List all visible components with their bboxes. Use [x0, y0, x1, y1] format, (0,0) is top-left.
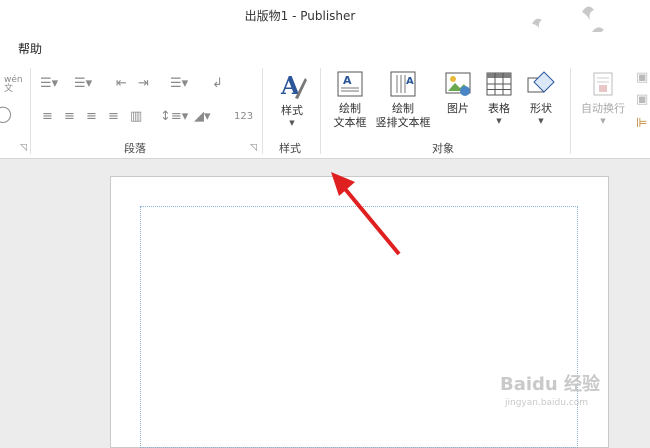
shading-icon[interactable]: ◢▾ [194, 109, 211, 124]
columns-icon[interactable]: ☰▾ [170, 76, 188, 91]
picture-icon [445, 72, 471, 96]
menu-help[interactable]: 帮助 [18, 40, 42, 57]
shapes-icon [527, 71, 555, 93]
objects-group-label: 对象 [432, 142, 454, 155]
shapes-label: 形状 [530, 102, 552, 115]
paragraph-launcher-icon[interactable]: ◹ [250, 143, 257, 153]
align-right-icon[interactable]: ≡ [86, 109, 97, 124]
window-title: 出版物1 - Publisher [244, 9, 356, 23]
increase-indent-icon[interactable]: ⇥ [138, 76, 149, 91]
styles-button[interactable]: A 样式 ▼ [272, 70, 312, 128]
auto-wrap-label: 自动换行 [581, 102, 625, 115]
wrap-text-icon [593, 72, 613, 96]
justify-icon[interactable]: ≡ [108, 109, 119, 124]
red-arrow-icon [331, 172, 401, 256]
table-icon [486, 72, 512, 96]
auto-wrap-button[interactable]: 自动换行 ▼ [576, 70, 630, 126]
numbering-icon[interactable]: ☰▾ [74, 76, 92, 91]
bullets-icon[interactable]: ☰▾ [40, 76, 58, 91]
chevron-down-icon: ▼ [289, 119, 295, 127]
numbering-format-icon[interactable]: 123 [234, 111, 253, 122]
separator [570, 68, 571, 154]
decrease-indent-icon[interactable]: ⇤ [116, 76, 127, 91]
chevron-down-icon: ▼ [496, 117, 502, 125]
separator [262, 68, 263, 154]
draw-textbox-button[interactable]: A 绘制 文本框 [328, 70, 372, 130]
separator [320, 68, 321, 154]
send-backward-icon[interactable]: ▣ [636, 92, 648, 107]
separator [30, 68, 31, 154]
svg-text:A: A [406, 76, 414, 87]
vertical-textbox-icon: A [390, 71, 416, 97]
draw-textbox-label: 绘制 文本框 [333, 102, 367, 129]
styles-group-label: 样式 [279, 142, 301, 155]
paragraph-group-label: 段落 [124, 142, 146, 155]
menu-bar: 帮助 [0, 32, 650, 60]
watermark-url: jingyan.baidu.com [505, 398, 589, 408]
shapes-button[interactable]: 形状 ▼ [522, 70, 560, 126]
styles-label: 样式 [281, 104, 303, 117]
align-icon[interactable]: ⊫ [636, 116, 647, 131]
ribbon: wén 文 ◯ ☰▾ ☰▾ ⇤ ⇥ ☰▾ ↲ ≡ ≡ ≡ ≡ ▥ ↕≡▾ ◢▾ … [0, 60, 650, 159]
line-spacing-icon[interactable]: ↕≡▾ [160, 109, 188, 124]
distribute-icon[interactable]: ▥ [130, 109, 142, 124]
phonetic-guide-icon[interactable]: wén 文 [4, 76, 23, 94]
align-center-icon[interactable]: ≡ [64, 109, 75, 124]
picture-button[interactable]: 图片 [440, 70, 476, 116]
chevron-down-icon: ▼ [538, 117, 544, 125]
svg-text:A: A [343, 74, 352, 87]
textbox-icon: A [337, 71, 363, 97]
table-button[interactable]: 表格 ▼ [480, 70, 518, 126]
draw-vertical-textbox-button[interactable]: A 绘制 竖排文本框 [372, 70, 434, 130]
draw-vertical-textbox-label: 绘制 竖排文本框 [375, 102, 431, 129]
align-left-icon[interactable]: ≡ [42, 109, 53, 124]
watermark-brand: Baidu 经验 [500, 374, 601, 395]
bring-forward-icon[interactable]: ▣ [636, 70, 648, 85]
styles-icon: A [280, 71, 307, 100]
line-break-icon[interactable]: ↲ [212, 76, 223, 91]
partial-circle-icon[interactable]: ◯ [0, 104, 12, 123]
launcher-icon[interactable]: ◹ [20, 143, 27, 153]
title-bar: 出版物1 - Publisher [0, 0, 650, 40]
table-label: 表格 [488, 102, 510, 115]
chevron-down-icon: ▼ [600, 117, 606, 125]
picture-label: 图片 [447, 102, 469, 115]
